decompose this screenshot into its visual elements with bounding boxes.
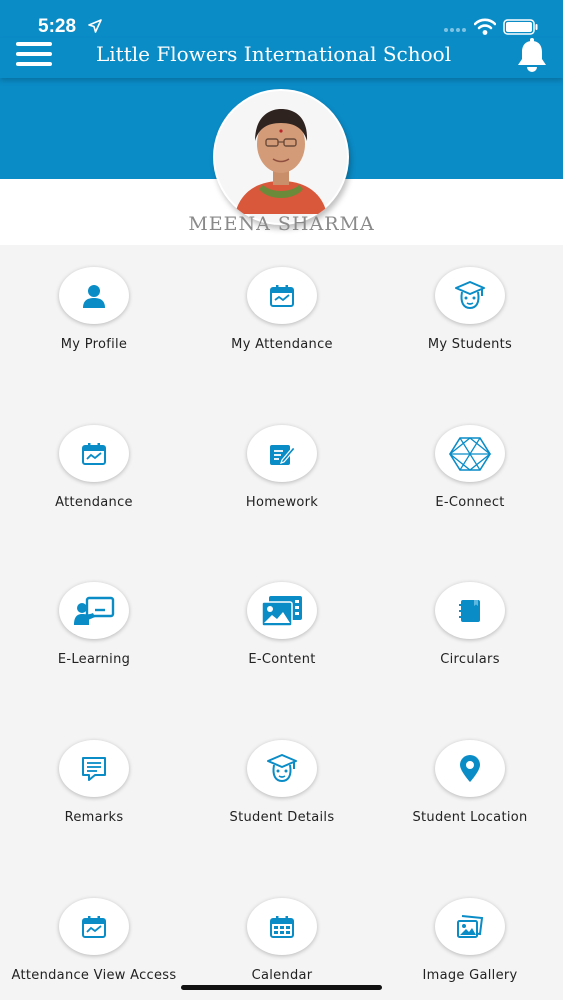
tile-label: Homework xyxy=(245,495,319,510)
top-app-bar: Little Flowers International School xyxy=(0,38,563,78)
tile-homework[interactable]: Homework xyxy=(188,403,376,523)
tile-label: Remarks xyxy=(64,810,124,825)
cellular-signal-icon xyxy=(444,28,466,32)
tile-label: E-Connect xyxy=(435,495,505,510)
wifi-icon xyxy=(474,18,496,35)
tile-icon-circle xyxy=(247,898,317,955)
image-gallery-icon xyxy=(457,914,484,938)
teacher-board-icon xyxy=(74,596,115,625)
tile-label: Calendar xyxy=(251,968,313,983)
tile-icon-circle xyxy=(247,425,317,482)
tile-icon-circle xyxy=(59,898,129,955)
tile-icon-circle xyxy=(59,425,129,482)
attendance-chart-icon xyxy=(82,915,106,938)
tile-e-connect[interactable]: E-Connect xyxy=(376,403,563,523)
profile-name: MEENA SHARMA xyxy=(188,213,375,235)
location-pin-icon xyxy=(460,754,480,782)
tile-label: E-Content xyxy=(248,652,316,667)
person-icon xyxy=(83,284,105,308)
tile-remarks[interactable]: Remarks xyxy=(0,718,188,838)
tile-label: Image Gallery xyxy=(422,968,518,983)
tile-icon-circle xyxy=(435,740,505,797)
tile-icon-circle xyxy=(59,267,129,324)
tile-label: My Students xyxy=(427,337,513,352)
tile-attendance-view-access[interactable]: Attendance View Access xyxy=(0,876,188,996)
tile-icon-circle xyxy=(247,267,317,324)
bell-icon[interactable] xyxy=(515,38,549,74)
tile-icon-circle xyxy=(59,582,129,639)
app-title: Little Flowers International School xyxy=(96,42,452,66)
tile-label: My Profile xyxy=(60,337,128,352)
avatar[interactable] xyxy=(213,89,349,225)
tile-icon-circle xyxy=(247,740,317,797)
tile-e-content[interactable]: E-Content xyxy=(188,560,376,680)
tile-label: E-Learning xyxy=(57,652,131,667)
student-graduate-icon xyxy=(267,753,297,782)
tile-calendar[interactable]: Calendar xyxy=(188,876,376,996)
tile-icon-circle xyxy=(435,267,505,324)
tile-icon-circle xyxy=(59,740,129,797)
tile-my-attendance[interactable]: My Attendance xyxy=(188,245,376,365)
homework-icon xyxy=(270,444,296,465)
menu-line xyxy=(16,42,52,46)
home-indicator[interactable] xyxy=(181,985,382,990)
status-bar: 5:28 xyxy=(0,0,563,40)
student-graduate-icon xyxy=(455,280,485,309)
tile-label: Student Details xyxy=(229,810,335,825)
tile-e-learning[interactable]: E-Learning xyxy=(0,560,188,680)
tile-icon-circle xyxy=(435,425,505,482)
attendance-chart-icon xyxy=(82,442,106,465)
tile-student-location[interactable]: Student Location xyxy=(376,718,563,838)
location-arrow-icon xyxy=(88,19,102,33)
status-time: 5:28 xyxy=(38,16,77,37)
media-gallery-icon xyxy=(261,595,302,627)
menu-line xyxy=(16,62,52,66)
tile-student-details[interactable]: Student Details xyxy=(188,718,376,838)
tile-icon-circle xyxy=(435,582,505,639)
message-icon xyxy=(82,756,106,781)
hamburger-menu-button[interactable] xyxy=(16,40,52,68)
notebook-icon xyxy=(459,599,480,622)
tile-label: Circulars xyxy=(440,652,500,667)
tile-my-students[interactable]: My Students xyxy=(376,245,563,365)
calendar-icon xyxy=(270,915,294,938)
tile-label: Attendance xyxy=(55,495,133,510)
tile-label: Attendance View Access xyxy=(11,968,177,983)
tile-attendance[interactable]: Attendance xyxy=(0,403,188,523)
tile-label: Student Location xyxy=(412,810,528,825)
attendance-icon xyxy=(270,284,294,307)
tile-icon-circle xyxy=(435,898,505,955)
network-icon xyxy=(448,436,492,471)
avatar-photo xyxy=(215,91,347,223)
menu-grid: My Profile My Attendance My Students Att… xyxy=(0,245,563,1000)
tile-icon-circle xyxy=(247,582,317,639)
tile-image-gallery[interactable]: Image Gallery xyxy=(376,876,563,996)
menu-line xyxy=(16,52,52,56)
tile-my-profile[interactable]: My Profile xyxy=(0,245,188,365)
tile-circulars[interactable]: Circulars xyxy=(376,560,563,680)
tile-label: My Attendance xyxy=(231,337,333,352)
battery-icon xyxy=(503,19,538,35)
